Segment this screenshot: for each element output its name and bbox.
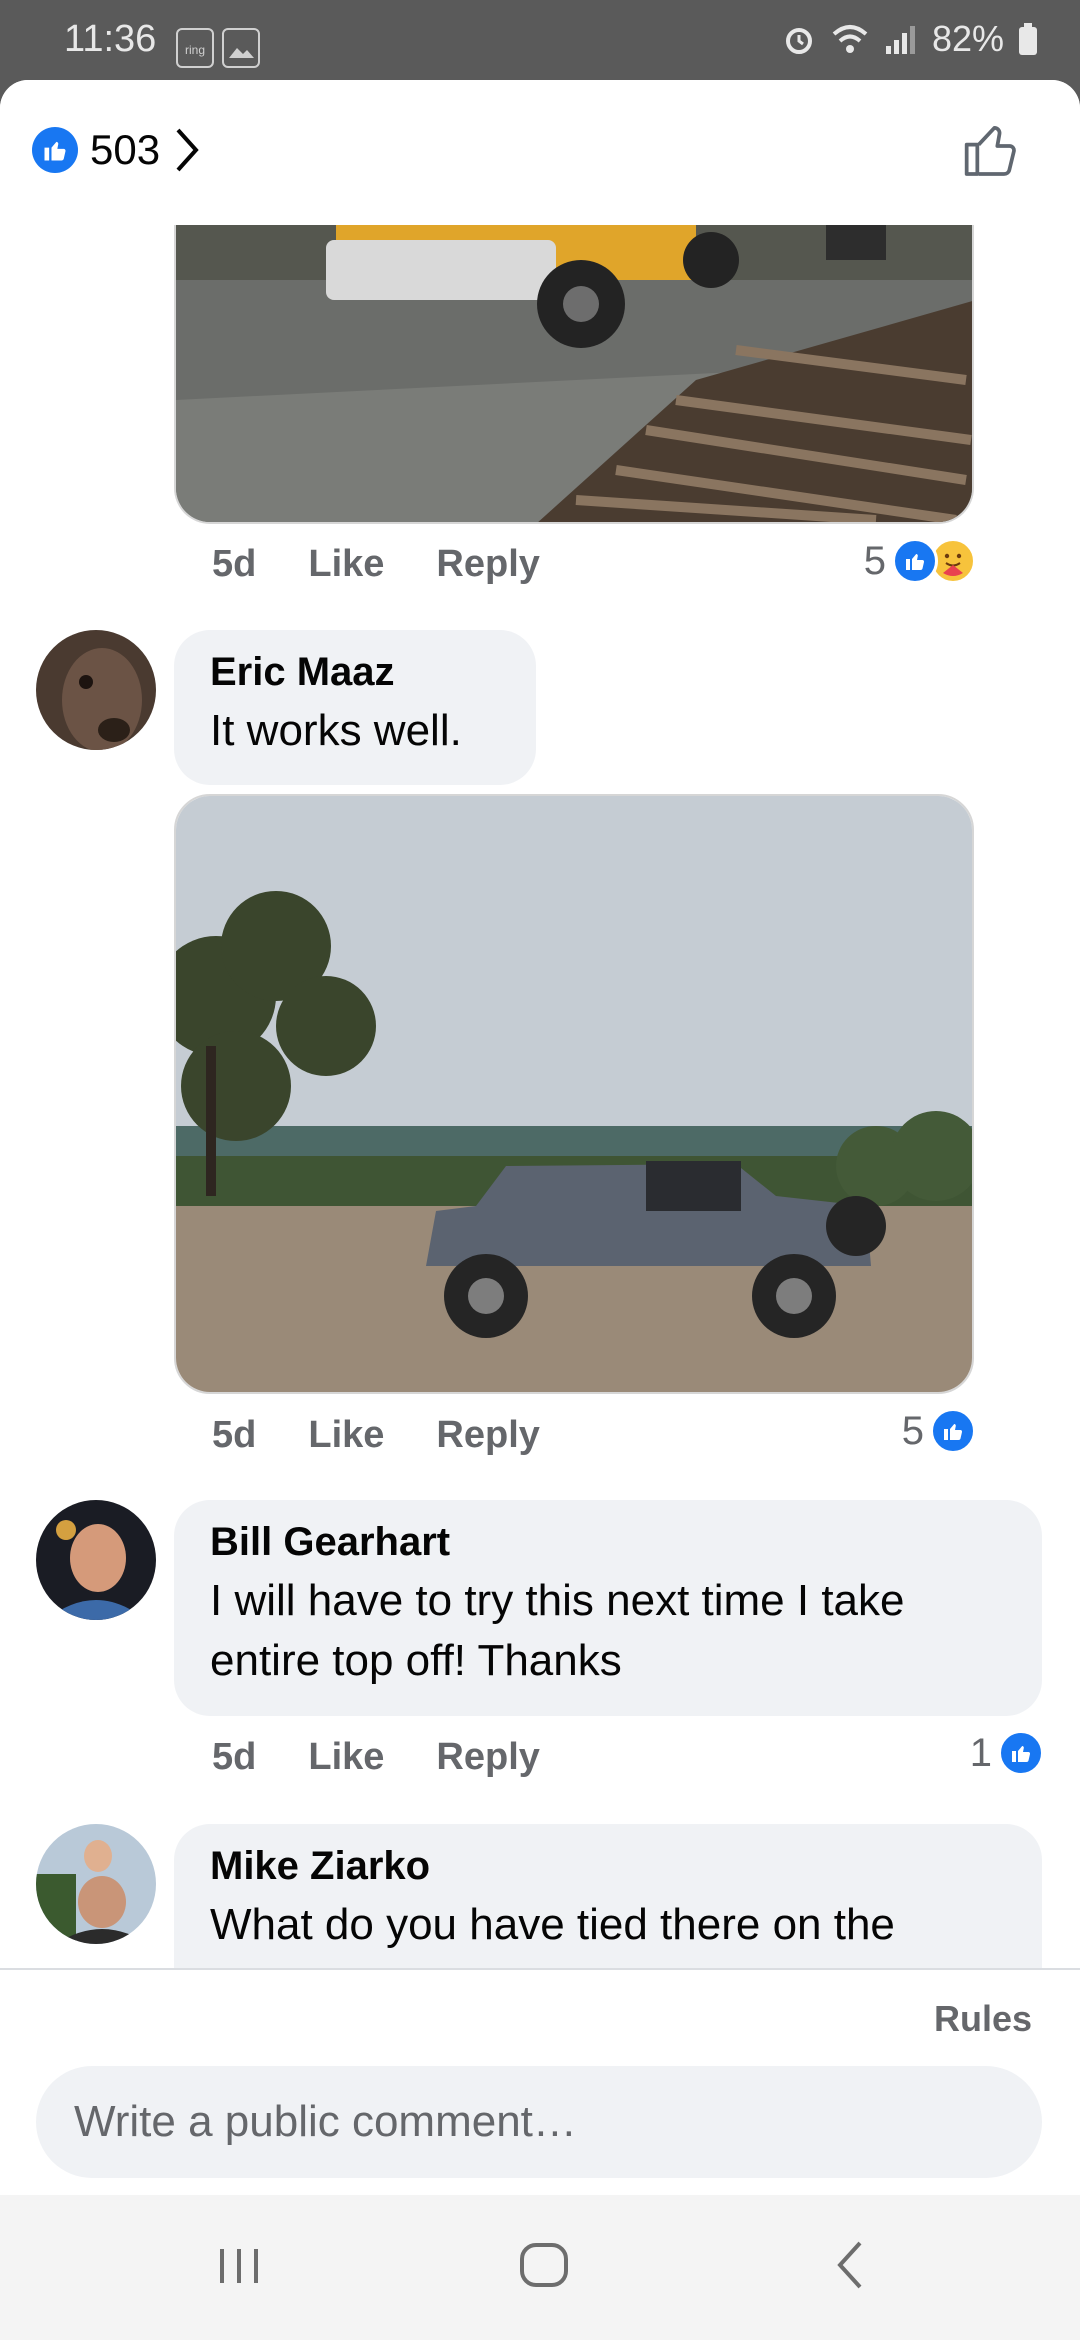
- like-badge-icon: [998, 1730, 1044, 1776]
- comment-text: I will have to try this next time I take…: [210, 1576, 905, 1685]
- battery-percent: 82%: [931, 18, 1004, 59]
- commenter-name[interactable]: Mike Ziarko: [210, 1844, 1006, 1889]
- signal-icon: [885, 26, 915, 54]
- recents-icon[interactable]: [214, 2235, 264, 2295]
- thumbs-up-outline-icon[interactable]: [960, 118, 1024, 182]
- back-icon[interactable]: [826, 2235, 876, 2295]
- like-action[interactable]: Like: [308, 1414, 384, 1457]
- comment-bubble-eric[interactable]: Eric Maaz It works well.: [174, 630, 536, 785]
- status-right: 82%: [782, 18, 1038, 60]
- like-action[interactable]: Like: [308, 543, 384, 586]
- comment-reactions-0[interactable]: 5: [864, 538, 976, 584]
- avatar-bill-gearhart[interactable]: [36, 1500, 156, 1620]
- avatar-mike-ziarko[interactable]: [36, 1824, 156, 1944]
- alarm-icon: [785, 28, 812, 54]
- ring-app-icon: ring: [176, 28, 214, 68]
- post-reactions-summary[interactable]: 503: [32, 126, 202, 174]
- svg-text:ring: ring: [185, 43, 205, 57]
- gray-bronco-photo: [176, 796, 972, 1392]
- rules-link[interactable]: Rules: [934, 1998, 1032, 2040]
- comment-text: What do you have tied there on the: [210, 1900, 895, 1949]
- comment-time: 5d: [212, 1736, 257, 1778]
- system-nav-bar: [0, 2195, 1080, 2340]
- reaction-count: 5: [901, 1408, 924, 1453]
- comment-bubble-bill[interactable]: Bill Gearhart I will have to try this ne…: [174, 1500, 1042, 1716]
- comment-input[interactable]: [36, 2066, 1042, 2178]
- sheet-header: 503: [0, 80, 1080, 225]
- like-badge-icon: [930, 1408, 976, 1454]
- comment-bubble-mike[interactable]: Mike Ziarko What do you have tied there …: [174, 1824, 1042, 1968]
- wifi-icon: [832, 25, 868, 53]
- avatar-eric-maaz[interactable]: [36, 630, 156, 750]
- like-badge-icon: [32, 127, 78, 173]
- chevron-right-icon: [176, 128, 199, 172]
- comment-reactions-1[interactable]: 5: [902, 1408, 976, 1454]
- status-bar: 11:36 ring 82%: [0, 0, 1080, 80]
- comment-time: 5d: [212, 1414, 257, 1456]
- like-action[interactable]: Like: [308, 1736, 384, 1779]
- reply-action[interactable]: Reply: [436, 543, 539, 586]
- commenter-name[interactable]: Eric Maaz: [210, 650, 500, 695]
- status-time: 11:36: [64, 18, 157, 60]
- reply-action[interactable]: Reply: [436, 1414, 539, 1457]
- reaction-count: 1: [969, 1730, 992, 1775]
- comment-meta-1: 5d Like Reply: [212, 1414, 540, 1457]
- comment-meta-2: 5d Like Reply: [212, 1736, 540, 1779]
- commenter-name[interactable]: Bill Gearhart: [210, 1520, 1006, 1565]
- reply-action[interactable]: Reply: [436, 1736, 539, 1779]
- reaction-count: 5: [863, 538, 886, 583]
- comment-time: 5d: [212, 543, 257, 585]
- comment-image-bronco[interactable]: [174, 794, 974, 1394]
- comment-text: It works well.: [210, 706, 462, 755]
- reaction-total: 503: [90, 126, 161, 173]
- gallery-icon: [222, 28, 260, 68]
- comments-feed[interactable]: 5d Like Reply 5 Eric Maaz It works well.: [0, 80, 1080, 1968]
- home-icon[interactable]: [514, 2235, 574, 2295]
- battery-icon: [1019, 23, 1037, 55]
- like-badge-icon: [892, 538, 938, 584]
- comment-reactions-2[interactable]: 1: [970, 1730, 1044, 1776]
- comment-meta-0: 5d Like Reply: [212, 543, 540, 586]
- yellow-truck-photo: [176, 220, 972, 522]
- comment-image-truck-yellow[interactable]: [174, 220, 974, 524]
- comments-sheet: 5d Like Reply 5 Eric Maaz It works well.: [0, 80, 1080, 2195]
- comment-composer: Rules: [0, 1968, 1080, 2195]
